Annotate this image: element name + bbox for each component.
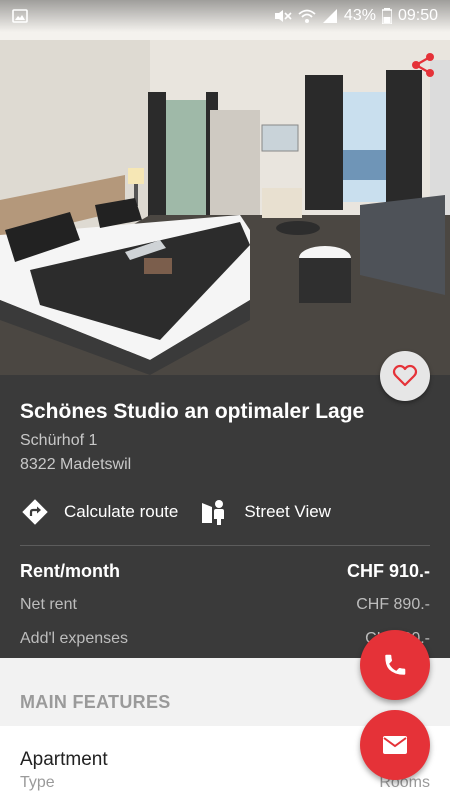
mute-icon (274, 10, 292, 22)
listing-title: Schönes Studio an optimaler Lage (20, 400, 365, 423)
favorite-button[interactable] (380, 351, 430, 401)
additional-expenses-label: Add'l expenses (20, 630, 129, 647)
rent-month-label: Rent/month (20, 560, 120, 581)
address-street: Schürhof 1 (20, 432, 98, 449)
battery-percentage: 43% (343, 7, 376, 24)
room-photo-illustration (0, 0, 450, 375)
street-view-icon (202, 500, 225, 525)
wifi-icon (298, 9, 316, 23)
share-icon[interactable] (410, 52, 436, 78)
heart-outline-icon (392, 364, 418, 387)
phone-icon (385, 654, 406, 675)
call-button[interactable] (360, 630, 430, 700)
feature-type-label: Type (20, 774, 55, 791)
feature-type-value: Apartment (20, 749, 108, 770)
gallery-icon (12, 9, 28, 23)
battery-icon (381, 8, 392, 24)
listing-actions: Calculate route Street View (20, 495, 430, 529)
address-city: 8322 Madetswil (20, 456, 132, 473)
net-rent-label: Net rent (20, 596, 77, 613)
directions-icon (22, 499, 48, 525)
rent-month-value: CHF 910.- (346, 560, 430, 581)
divider (20, 545, 430, 546)
street-view-label: Street View (244, 502, 331, 521)
email-button[interactable] (360, 710, 430, 780)
status-bar: 43% 09:50 (0, 0, 450, 32)
street-view-button[interactable]: Street View (200, 497, 331, 527)
listing-photo[interactable]: 43% 09:50 (0, 0, 450, 375)
net-rent-row: Net rent CHF 890.- (20, 594, 430, 616)
feature-type: Apartment Type (20, 748, 108, 794)
calculate-route-label: Calculate route (64, 502, 179, 521)
rent-month-row: Rent/month CHF 910.- (20, 560, 430, 582)
listing-info-panel: Schönes Studio an optimaler Lage Schürho… (0, 375, 450, 658)
net-rent-value: CHF 890.- (356, 596, 430, 613)
signal-icon (322, 9, 337, 23)
mail-icon (383, 736, 407, 754)
calculate-route-button[interactable]: Calculate route (20, 497, 178, 527)
clock: 09:50 (397, 7, 438, 24)
main-features-title: MAIN FEATURES (20, 692, 171, 712)
